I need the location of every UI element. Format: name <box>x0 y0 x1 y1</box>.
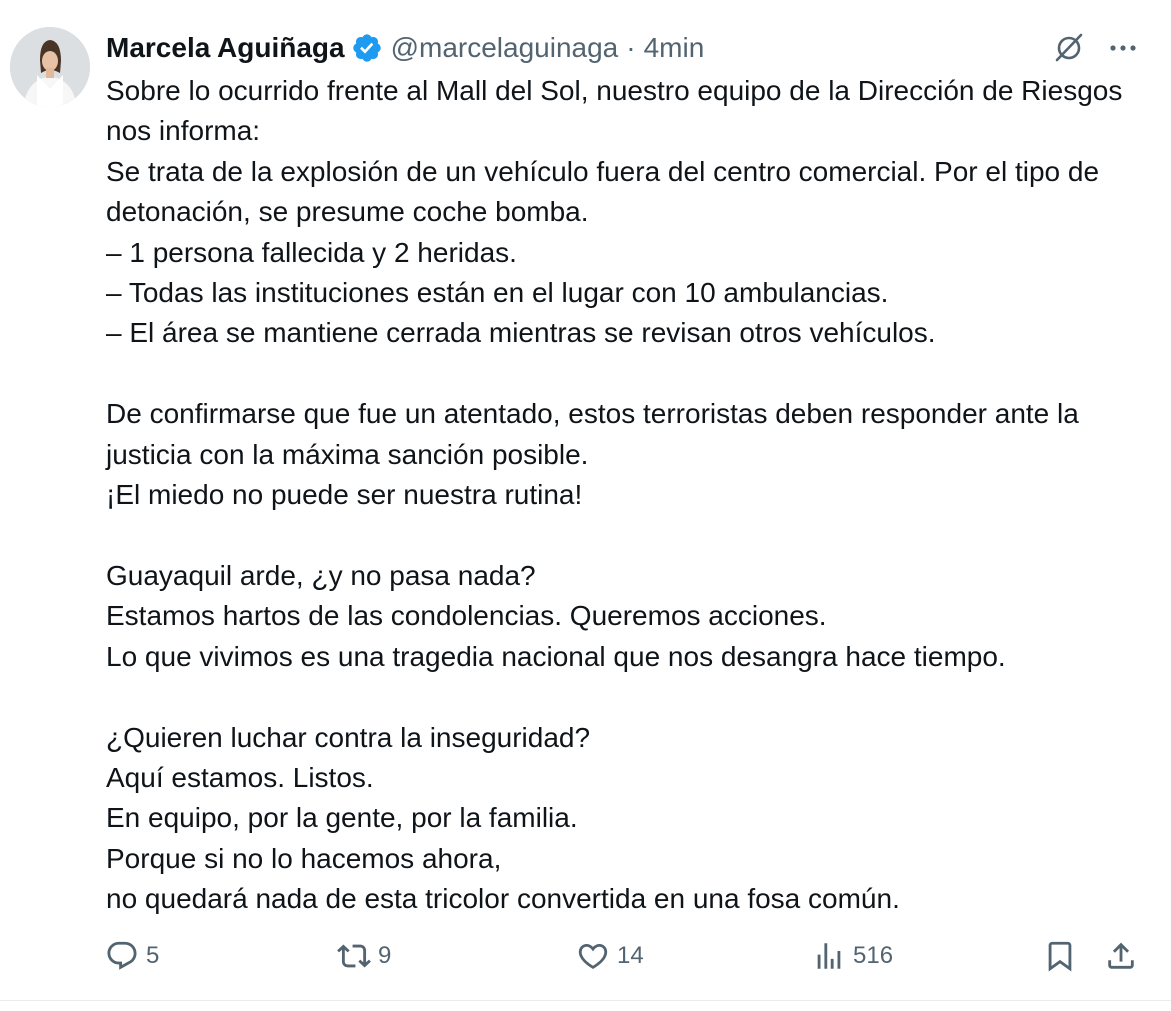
views-icon <box>817 943 841 969</box>
repost-count: 9 <box>378 942 392 969</box>
heart-icon <box>578 943 608 969</box>
reply-count: 5 <box>146 942 160 969</box>
more-icon[interactable] <box>1106 33 1140 63</box>
share-icon <box>1108 942 1134 969</box>
separator-dot: · <box>626 32 636 63</box>
author-name[interactable]: Marcela Aguiñaga <box>106 30 345 66</box>
grok-icon[interactable] <box>1052 30 1086 64</box>
bookmark-icon <box>1048 941 1072 972</box>
views-count: 516 <box>853 942 894 969</box>
tweet-header: Marcela Aguiñaga @marcelaguinaga · 4min <box>106 30 704 66</box>
reply-icon <box>107 941 137 970</box>
bookmark-button[interactable] <box>1043 937 1077 975</box>
like-count: 14 <box>617 942 644 969</box>
avatar[interactable] <box>10 27 90 107</box>
timestamp[interactable]: 4min <box>644 30 705 66</box>
like-button[interactable]: 14 <box>576 937 644 975</box>
author-handle[interactable]: @marcelaguinaga <box>391 30 619 66</box>
tweet[interactable]: Marcela Aguiñaga @marcelaguinaga · 4min … <box>0 0 1171 1001</box>
views-button[interactable]: 516 <box>812 937 893 975</box>
reply-button[interactable]: 5 <box>105 937 159 975</box>
verified-badge-icon <box>352 34 381 62</box>
avatar-photo <box>10 27 90 107</box>
repost-icon <box>337 944 371 968</box>
share-button[interactable] <box>1104 937 1138 975</box>
tweet-text: Sobre lo ocurrido frente al Mall del Sol… <box>106 75 1123 915</box>
repost-button[interactable]: 9 <box>337 937 391 975</box>
